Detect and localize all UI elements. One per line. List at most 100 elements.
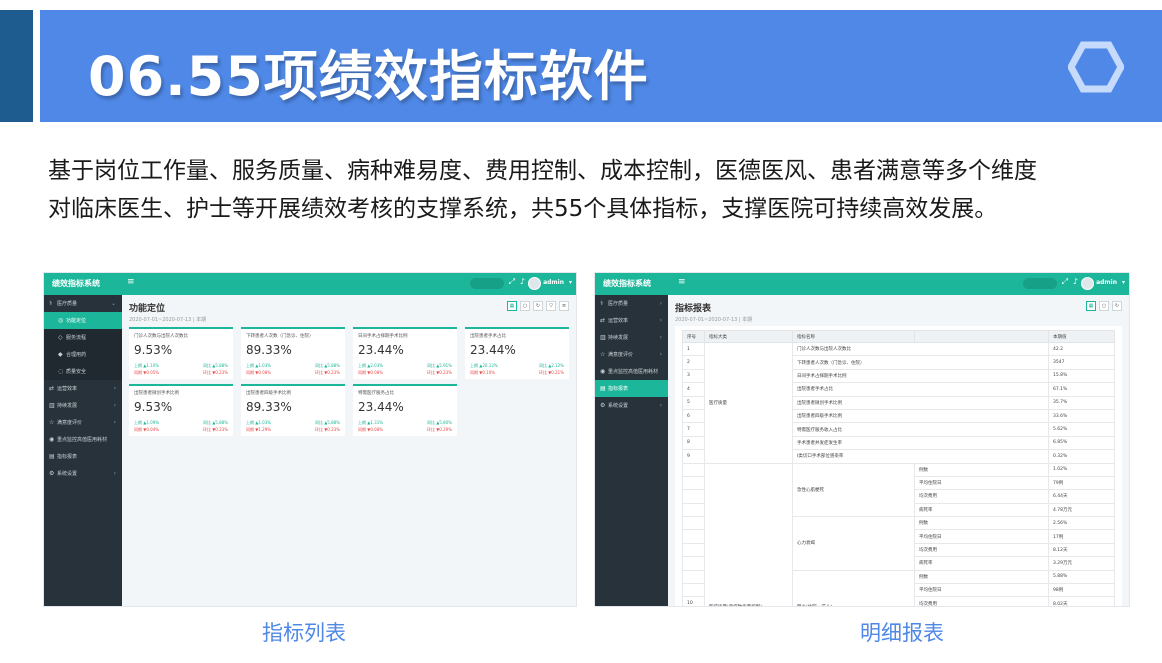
- main-content: 功能定位 2020-07-01~2020-07-13 | 本期 ▦ ○ ↻ ▽ …: [122, 295, 576, 606]
- page-title: 功能定位: [129, 304, 166, 314]
- report-icon: ▤: [600, 385, 606, 392]
- avatar[interactable]: [528, 277, 541, 290]
- cell-indicator: 出院患者手术占比: [792, 382, 1049, 397]
- cell-category: 医疗质量: [704, 342, 793, 464]
- refresh-button[interactable]: ↻: [1112, 301, 1122, 311]
- cell-indicator: I类切口手术部位感染率: [792, 449, 1049, 464]
- cell-no: [682, 475, 705, 491]
- search-input[interactable]: [1023, 278, 1057, 289]
- star-icon: ☆: [600, 351, 606, 358]
- sidebar-item-satisfaction[interactable]: ☆ 满意度评价 ›: [44, 414, 122, 431]
- search-input[interactable]: [470, 278, 504, 289]
- sidebar-item-medical-quality[interactable]: ⚕ 医疗质量 ⌄: [44, 295, 122, 312]
- sidebar-item-satisfaction[interactable]: ☆ 满意度评价 ›: [595, 346, 668, 363]
- indicator-card[interactable]: 出院患者微创手术比例 9.53% 上期 ▲1.09% 同比 ▲5.88% 同期 ▼0.0…: [129, 384, 233, 436]
- cell-no: 9: [682, 449, 705, 464]
- col-subitem: [914, 330, 1049, 343]
- sidebar-item-sustainable-development[interactable]: ▥ 持续发展 ›: [595, 329, 668, 346]
- cell-indicator: 特需医疗服务收入占比: [792, 422, 1049, 437]
- sidebar-item-rational-drug[interactable]: ◆ 合理用药: [44, 346, 122, 363]
- sidebar-item-operation-efficiency[interactable]: ⇄ 运营效率 ›: [595, 312, 668, 329]
- cell-no: [682, 542, 705, 558]
- card-prev-period: 上期 ▲1.03%: [246, 363, 272, 368]
- chart-icon: ▥: [600, 334, 606, 341]
- calendar-button[interactable]: ▦: [1086, 301, 1096, 311]
- cell-no: [682, 502, 705, 518]
- sidebar-item-settings[interactable]: ⚙ 系统设置 ›: [44, 465, 122, 482]
- refresh-button[interactable]: ↻: [533, 301, 543, 311]
- sidebar-item-operation-efficiency[interactable]: ⇄ 运营效率 ›: [44, 380, 122, 397]
- cell-value: 67.1%: [1048, 382, 1115, 397]
- cell-value: 0.32%: [1048, 449, 1115, 464]
- cell-no: [682, 529, 705, 544]
- card-mom: 环比 ▼0.23%: [314, 427, 340, 432]
- database-button[interactable]: ≡: [559, 301, 569, 311]
- sidebar-item-consumables[interactable]: ◉ 重点监控高值医用耗材: [44, 431, 122, 448]
- col-value: 本期值: [1048, 330, 1115, 343]
- menu-toggle-icon[interactable]: ≡: [678, 277, 686, 287]
- cell-value: 6.44天: [1048, 489, 1115, 504]
- sidebar-item-function-position[interactable]: ◎ 功能定位: [44, 312, 122, 329]
- intro-line-2: 对临床医生、护士等开展绩效考核的支撑系统，共55个具体指标，支撑医院可持续高效发…: [48, 196, 998, 222]
- main-content: 指标报表 2020-07-01~2020-07-13 | 本期 ▦ ○ ↻ 序号…: [668, 295, 1129, 606]
- indicator-card[interactable]: 出院患者手术占比 23.44% 上期 ▲20.13% 同比 ▲2.12% 同期 ▼0.1…: [465, 327, 569, 379]
- cell-subitem: 均次费用: [914, 596, 1049, 606]
- sidebar-item-consumables[interactable]: ◉ 重点监控高值医用耗材: [595, 363, 668, 380]
- flow-icon: ◇: [58, 334, 63, 341]
- table-row: 1 医疗质量 门诊人次数与出院人次数比 42.2: [682, 341, 1115, 464]
- card-value: 9.53%: [134, 343, 173, 357]
- screenshot-indicator-list: 绩效指标系统 ≡ ⤢ ♪ admin ▾ ⚕ 医疗质量 ⌄ ◎ 功能定位 ◇ 服务流程 …: [43, 272, 577, 607]
- eye-icon: ◉: [49, 436, 55, 443]
- card-mom: 环比 ▼0.23%: [426, 370, 452, 375]
- cell-value: 42.2: [1048, 341, 1115, 357]
- search-button[interactable]: ○: [1099, 301, 1109, 311]
- table-header-row: 序号 指标大类 指标名称 本期值: [682, 330, 1115, 343]
- card-label: 门诊人次数与出院人次数比: [134, 334, 188, 339]
- indicator-card[interactable]: 日间手术占择期手术比例 23.44% 上期 ▲2.03% 同比 ▲5.91% 同期 ▼0…: [353, 327, 457, 379]
- sidebar-item-settings[interactable]: ⚙ 系统设置 ›: [595, 397, 668, 414]
- sidebar-item-report[interactable]: ▤ 指标报表: [595, 380, 668, 397]
- caret-down-icon[interactable]: ▾: [569, 279, 572, 286]
- bell-icon[interactable]: ♪: [1073, 277, 1078, 286]
- sidebar-item-report[interactable]: ▤ 指标报表: [44, 448, 122, 465]
- card-same-period: 同期 ▼1.29%: [246, 427, 272, 432]
- sidebar-item-medical-quality[interactable]: ⚕ 医疗质量 ›: [595, 295, 668, 312]
- chart-icon: ▥: [49, 402, 55, 409]
- card-mom: 环比 ▼0.29%: [426, 427, 452, 432]
- expand-icon[interactable]: ⤢: [1062, 277, 1068, 287]
- filter-button[interactable]: ▽: [546, 301, 556, 311]
- cell-subitem: 平均住院日: [914, 529, 1049, 544]
- cell-category: 医疗质量(单病种质量控制): [704, 462, 793, 606]
- app-name: 绩效指标系统: [52, 279, 100, 288]
- col-indicator: 指标名称: [792, 330, 915, 343]
- bell-icon[interactable]: ♪: [520, 277, 525, 286]
- card-yoy: 同比 ▲5.91%: [426, 363, 452, 368]
- indicator-card[interactable]: 下转患者人次数（门急诊、住院） 89.33% 上期 ▲1.03% 同比 ▲5.88% 同…: [241, 327, 345, 379]
- user-name[interactable]: admin: [1096, 279, 1117, 286]
- indicator-card[interactable]: 出院患者四级手术比例 89.33% 上期 ▲1.03% 同比 ▲5.88% 同期 ▼1.…: [241, 384, 345, 436]
- search-button[interactable]: ○: [520, 301, 530, 311]
- card-same-period: 同期 ▼0.08%: [358, 370, 384, 375]
- exchange-icon: ⇄: [49, 385, 55, 392]
- expand-icon[interactable]: ⤢: [509, 277, 515, 287]
- cell-value: 6.85%: [1048, 435, 1115, 451]
- cell-no: [682, 516, 705, 531]
- sidebar-item-sustainable-development[interactable]: ▥ 持续发展 ›: [44, 397, 122, 414]
- report-table: 序号 指标大类 指标名称 本期值 1 医疗质量 门诊人次数与出院人次数比 42.2 2 下…: [682, 330, 1115, 606]
- indicator-card[interactable]: 特需医疗服务占比 23.44% 上期 ▲1.31% 同比 ▲5.80% 同期 ▼0.08…: [353, 384, 457, 436]
- card-same-period: 同期 ▼0.04%: [134, 427, 160, 432]
- pill-icon: ◆: [58, 351, 63, 358]
- caret-down-icon[interactable]: ▾: [1122, 279, 1125, 286]
- cell-subitem: 病死率: [914, 502, 1049, 518]
- sidebar-item-quality-safety[interactable]: ◌ 质量安全: [44, 363, 122, 380]
- card-yoy: 同比 ▲2.12%: [538, 363, 564, 368]
- cell-no: [682, 489, 705, 504]
- calendar-button[interactable]: ▦: [507, 301, 517, 311]
- cell-indicator: 出院患者微创手术比例: [792, 395, 1049, 410]
- sidebar-item-service-flow[interactable]: ◇ 服务流程: [44, 329, 122, 346]
- hexagon-icon: [1068, 41, 1124, 93]
- indicator-card[interactable]: 门诊人次数与出院人次数比 9.53% 上期 ▲1.10% 同比 ▲5.88% 同期 ▼0…: [129, 327, 233, 379]
- menu-toggle-icon[interactable]: ≡: [127, 277, 135, 287]
- avatar[interactable]: [1081, 277, 1094, 290]
- user-name[interactable]: admin: [543, 279, 564, 286]
